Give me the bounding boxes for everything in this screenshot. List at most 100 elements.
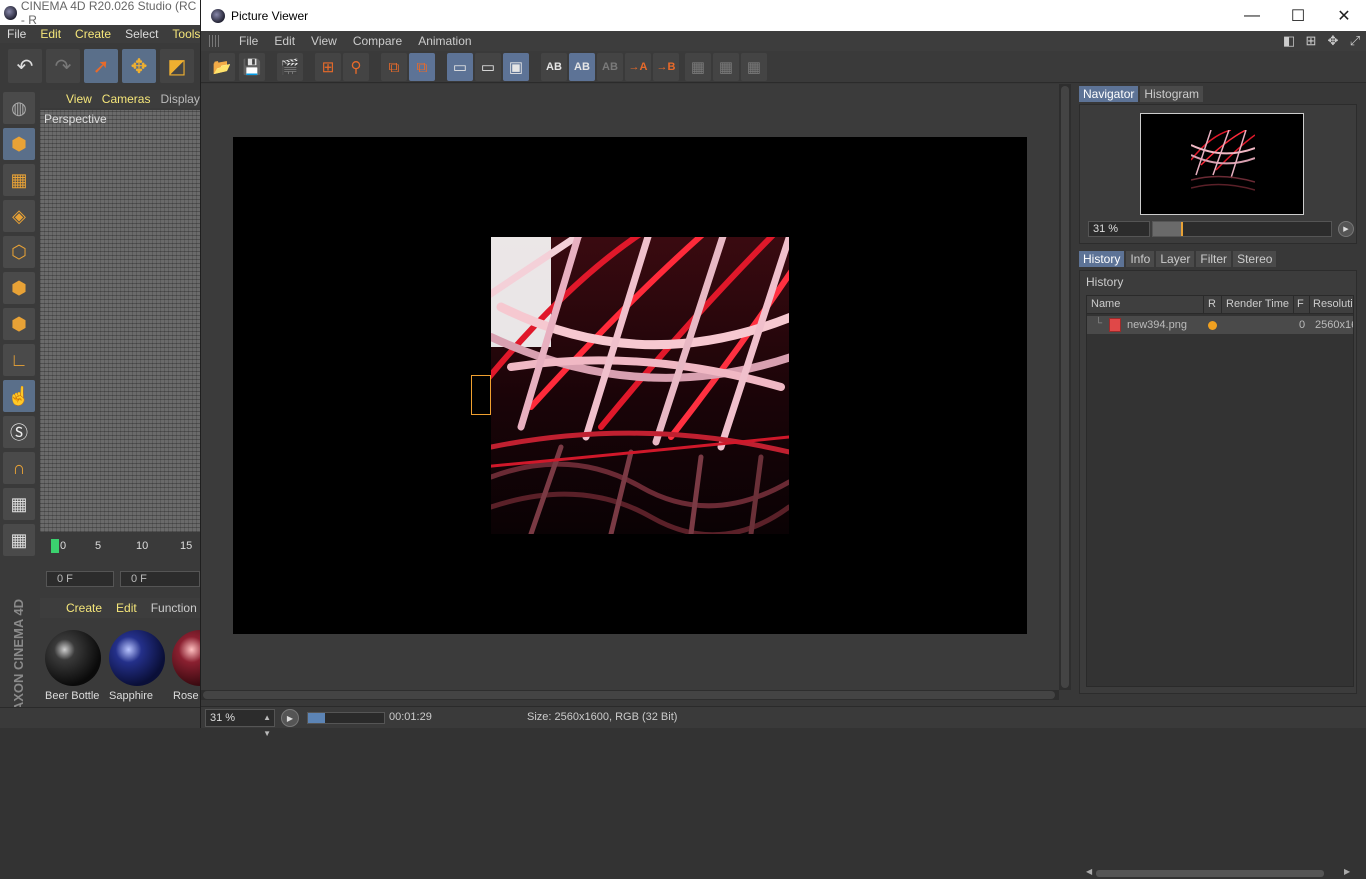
material-menu-edit[interactable]: Edit (116, 601, 137, 615)
tweak-icon[interactable]: ☝ (3, 380, 35, 412)
move-tool-icon[interactable]: ✥ (122, 49, 156, 83)
viewport-menu-cameras[interactable]: Cameras (102, 92, 151, 106)
column-resolution[interactable]: Resoluti (1313, 298, 1353, 310)
compare-view-icon[interactable]: ▣ (503, 53, 529, 81)
minimize-icon[interactable]: — (1229, 0, 1275, 31)
tab-layer[interactable]: Layer (1156, 251, 1195, 267)
lock-grid-icon[interactable]: ▦ (3, 488, 35, 520)
grid-sync-icon[interactable]: ▦ (3, 524, 35, 556)
copy-image-icon[interactable]: ⧉ (381, 53, 407, 81)
edges-mode-icon[interactable]: ⬢ (3, 272, 35, 304)
maximize-icon[interactable]: ☐ (1275, 0, 1321, 31)
scrollbar-thumb[interactable] (203, 691, 1055, 699)
c4d-menu-edit[interactable]: Edit (33, 27, 68, 41)
polygons-mode-icon[interactable]: ⬢ (3, 308, 35, 340)
current-frame-field[interactable]: 0 F (120, 571, 200, 587)
c4d-menu-file[interactable]: File (0, 27, 33, 41)
redo-icon[interactable]: ↷ (46, 49, 80, 83)
perspective-viewport[interactable] (40, 110, 200, 532)
canvas-vertical-scrollbar[interactable] (1059, 84, 1071, 690)
move-icon[interactable]: ✥ (1325, 33, 1341, 49)
column-f[interactable]: F (1297, 298, 1304, 310)
pv-menu-animation[interactable]: Animation (410, 34, 479, 48)
difference-icon[interactable]: ▦ (685, 53, 711, 81)
ab-stack-icon[interactable]: AB (597, 53, 623, 81)
pv-menu-edit[interactable]: Edit (266, 34, 303, 48)
timeline[interactable]: 0 5 10 15 (40, 532, 200, 566)
delete-image-icon[interactable]: ⧉ (409, 53, 435, 81)
column-r[interactable]: R (1208, 298, 1216, 310)
viewport-menu-view[interactable]: View (66, 92, 92, 106)
axis-icon[interactable]: ∟ (3, 344, 35, 376)
slider-knob[interactable] (1181, 222, 1184, 236)
magnet-icon[interactable]: ∩ (3, 452, 35, 484)
model-mode-icon[interactable]: ⬢ (3, 128, 35, 160)
navigator-thumbnail[interactable] (1140, 113, 1304, 215)
scale-tool-icon[interactable]: ◩ (160, 49, 194, 83)
navigator-zoom-field[interactable]: 31 % (1088, 221, 1150, 237)
history-horizontal-scrollbar[interactable]: ◀ ▶ (1086, 867, 1354, 879)
material-menu-create[interactable]: Create (66, 601, 102, 615)
pv-menu-view[interactable]: View (303, 34, 345, 48)
view-a-icon[interactable]: ▭ (447, 53, 473, 81)
scrollbar-thumb[interactable] (1061, 86, 1069, 688)
tab-navigator[interactable]: Navigator (1079, 86, 1139, 102)
scroll-right-arrow-icon[interactable]: ▶ (1344, 867, 1350, 876)
close-icon[interactable]: ✕ (1321, 0, 1366, 31)
tab-info[interactable]: Info (1126, 251, 1155, 267)
image-canvas[interactable] (233, 137, 1027, 634)
material-item[interactable]: Sapphire (106, 626, 168, 704)
start-frame-field[interactable]: 0 F (46, 571, 114, 587)
render-image[interactable] (491, 237, 789, 534)
scrollbar-thumb[interactable] (1096, 870, 1324, 877)
zoom-search-icon[interactable]: ⚲ (343, 53, 369, 81)
scroll-left-arrow-icon[interactable]: ◀ (1086, 867, 1092, 876)
c4d-menu-select[interactable]: Select (118, 27, 165, 41)
points-mode-icon[interactable]: ⬡ (3, 236, 35, 268)
save-as-icon[interactable]: 💾 (239, 53, 265, 81)
overlay-icon[interactable]: ▦ (741, 53, 767, 81)
viewport-menu-display[interactable]: Display (160, 92, 199, 106)
play-arrow-icon[interactable]: ▶ (1338, 221, 1354, 237)
tab-stereo[interactable]: Stereo (1233, 251, 1277, 267)
region-selection[interactable] (471, 375, 491, 415)
undo-icon[interactable]: ↶ (8, 49, 42, 83)
tab-history[interactable]: History (1079, 251, 1125, 267)
open-folder-icon[interactable]: 📂 (209, 53, 235, 81)
image-canvas-area[interactable] (201, 84, 1059, 690)
expand-icon[interactable]: ⤢ (1347, 33, 1363, 49)
texture-mode-icon[interactable]: ▦ (3, 164, 35, 196)
column-render-time[interactable]: Render Time (1226, 298, 1289, 310)
zoom-select[interactable]: 31 % ▲ ▼ (205, 709, 275, 738)
ab-split-icon[interactable]: AB (569, 53, 595, 81)
add-panel-icon[interactable]: ⊞ (1303, 33, 1319, 49)
pv-title-bar[interactable]: Picture Viewer — ☐ ✕ (201, 0, 1366, 31)
workplane-icon[interactable]: ◈ (3, 200, 35, 232)
tab-filter[interactable]: Filter (1196, 251, 1232, 267)
clapper-icon[interactable]: 🎬 (277, 53, 303, 81)
set-a-icon[interactable]: →A (625, 53, 651, 81)
tab-histogram[interactable]: Histogram (1140, 86, 1204, 102)
set-b-icon[interactable]: →B (653, 53, 679, 81)
ab-mode-icon[interactable]: AB (541, 53, 567, 81)
spin-arrows-icon[interactable]: ▲ ▼ (263, 710, 271, 742)
navigator-zoom-slider[interactable] (1152, 221, 1332, 237)
globe-icon[interactable]: ◍ (3, 92, 35, 124)
play-icon[interactable]: ▶ (281, 709, 299, 727)
material-item[interactable]: Rose (170, 626, 200, 704)
table-row[interactable]: └ new394.png 0 2560x16 (1087, 316, 1353, 334)
snap-s-icon[interactable]: Ⓢ (3, 416, 35, 448)
c4d-menu-create[interactable]: Create (68, 27, 118, 41)
column-name[interactable]: Name (1091, 298, 1120, 310)
canvas-horizontal-scrollbar[interactable] (201, 690, 1059, 700)
material-menu-function[interactable]: Function (151, 601, 197, 615)
view-b-icon[interactable]: ▭ (475, 53, 501, 81)
panel-layout-icon[interactable]: ◧ (1281, 33, 1297, 49)
region-select-icon[interactable]: ⊞ (315, 53, 341, 81)
timeline-playhead[interactable] (51, 539, 59, 553)
select-tool-icon[interactable]: ➚ (84, 49, 118, 83)
pv-menu-compare[interactable]: Compare (345, 34, 410, 48)
pv-menu-file[interactable]: File (231, 34, 266, 48)
material-item[interactable]: Beer Bottle (42, 626, 104, 704)
swap-icon[interactable]: ▦ (713, 53, 739, 81)
